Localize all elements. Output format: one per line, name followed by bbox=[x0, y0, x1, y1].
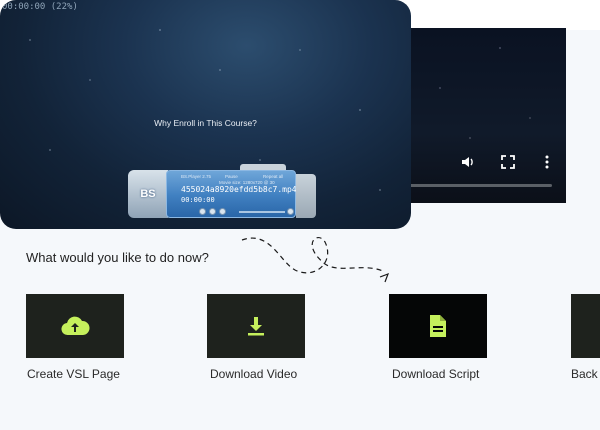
create-vsl-page-button[interactable] bbox=[26, 294, 124, 358]
volume-icon[interactable] bbox=[460, 154, 476, 170]
prompt-heading: What would you like to do now? bbox=[26, 250, 209, 265]
bs-menu-button[interactable] bbox=[287, 208, 294, 215]
time-readout: 00:00:00 (22%) bbox=[2, 2, 78, 12]
bs-player-display: BS.Player 2.75 Pause Repeat all Movie si… bbox=[166, 170, 297, 218]
bs-repeat: Repeat all bbox=[263, 174, 284, 179]
bs-seek-slider[interactable] bbox=[239, 211, 285, 213]
more-options-icon[interactable] bbox=[539, 154, 555, 170]
bs-pause-button[interactable] bbox=[209, 208, 216, 215]
bs-version: BS.Player 2.75 bbox=[181, 174, 212, 179]
download-script-button[interactable] bbox=[389, 294, 487, 358]
back-button[interactable] bbox=[571, 294, 600, 358]
video-caption: Why Enroll in This Course? bbox=[154, 118, 257, 128]
create-vsl-page-label[interactable]: Create VSL Page bbox=[27, 367, 120, 381]
cloud-upload-icon bbox=[61, 316, 90, 336]
bs-filename: 455024a8920efdd5b8c7.mp4 bbox=[181, 185, 297, 194]
bs-player-window[interactable]: BS BS.Player 2.75 Pause Repeat all Movie… bbox=[128, 164, 318, 222]
dashed-arrow-icon bbox=[241, 237, 390, 283]
bs-player-logo: BS bbox=[128, 170, 168, 218]
download-icon bbox=[248, 317, 264, 336]
bs-time: 00:00:00 bbox=[181, 196, 215, 204]
document-icon bbox=[430, 315, 446, 337]
download-video-button[interactable] bbox=[207, 294, 305, 358]
download-video-label[interactable]: Download Video bbox=[210, 367, 297, 381]
bs-state: Pause bbox=[225, 174, 238, 179]
bs-stop-button[interactable] bbox=[219, 208, 226, 215]
video-progress-bar[interactable] bbox=[400, 184, 552, 187]
bs-play-button[interactable] bbox=[199, 208, 206, 215]
bs-player-side-panel[interactable] bbox=[296, 174, 316, 218]
download-script-label[interactable]: Download Script bbox=[392, 367, 479, 381]
stage: 00:00:00 (22%) Why Enroll in This Course… bbox=[0, 0, 600, 430]
fullscreen-icon[interactable] bbox=[500, 154, 516, 170]
course-video[interactable]: 00:00:00 (22%) Why Enroll in This Course… bbox=[0, 0, 411, 229]
back-label[interactable]: Back bbox=[571, 367, 598, 381]
